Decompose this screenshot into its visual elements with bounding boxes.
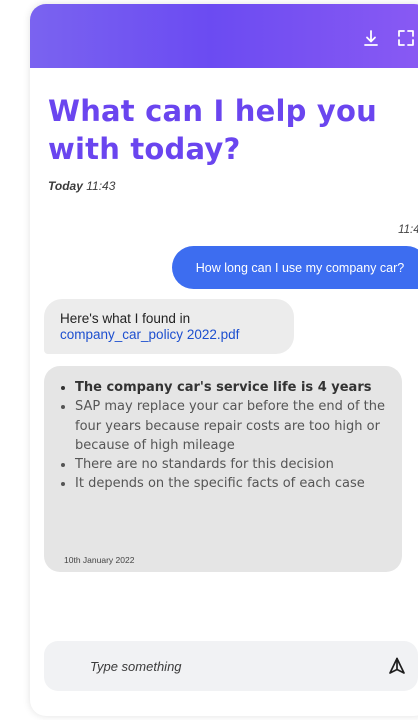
message-timestamp: 11:43	[398, 224, 418, 236]
chat-window: What can I help you with today? Today 11…	[30, 4, 418, 716]
answer-point: The company car's service life is 4 year…	[75, 378, 386, 397]
answer-point: It depends on the specific facts of each…	[75, 474, 386, 493]
fullscreen-icon[interactable]	[396, 28, 416, 48]
download-icon[interactable]	[361, 28, 381, 48]
user-message-text: How long can I use my company car?	[195, 260, 405, 275]
answer-point: There are no standards for this decision	[75, 455, 386, 474]
page-title: What can I help you with today?	[48, 94, 377, 166]
answer-date: 10th January 2022	[64, 555, 135, 565]
user-message-bubble: How long can I use my company car?	[172, 246, 418, 289]
answer-list: The company car's service life is 4 year…	[58, 378, 386, 494]
message-composer	[44, 641, 418, 691]
message-input[interactable]	[90, 641, 340, 691]
bot-intro-text: Here's what I found in	[60, 311, 191, 326]
chat-header	[30, 4, 418, 68]
session-day: Today	[48, 179, 83, 193]
session-time: 11:43	[86, 179, 116, 193]
bot-intro-bubble: Here's what I found in company_car_polic…	[44, 299, 294, 354]
session-date: Today 11:43	[48, 179, 115, 193]
answer-card: The company car's service life is 4 year…	[44, 366, 402, 572]
answer-point: SAP may replace your car before the end …	[75, 397, 386, 455]
source-document-link[interactable]: company_car_policy 2022.pdf	[60, 327, 280, 343]
send-icon[interactable]	[388, 657, 406, 675]
